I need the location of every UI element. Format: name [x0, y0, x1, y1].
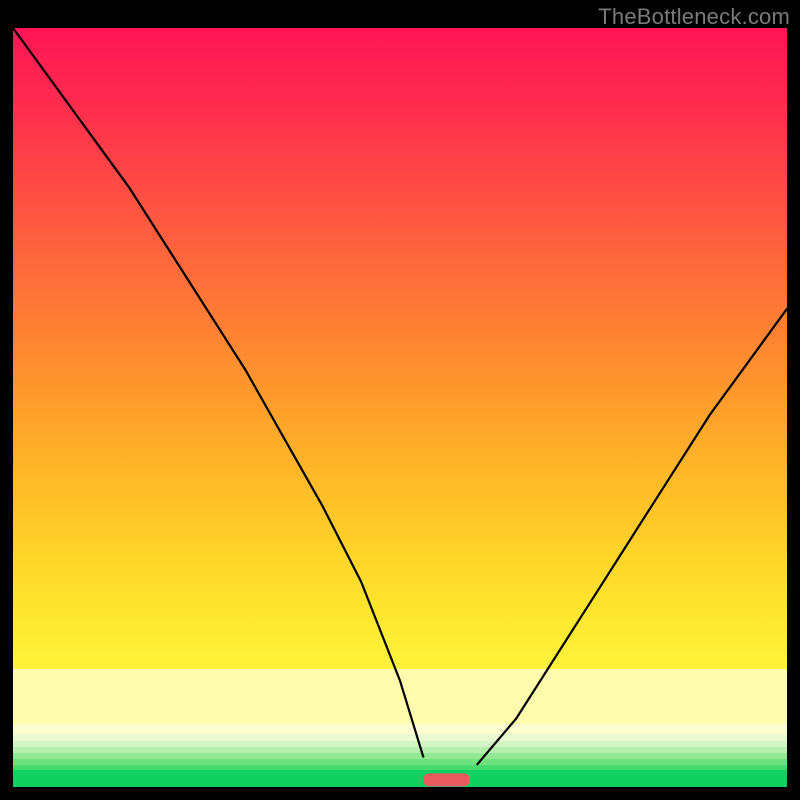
optimum-marker [423, 773, 469, 786]
bottleneck-curve-svg [13, 28, 787, 787]
curve-left-branch [13, 28, 423, 757]
curve-right-branch [477, 309, 787, 764]
plot-area [13, 28, 787, 787]
chart-frame: TheBottleneck.com [0, 0, 800, 800]
watermark-text: TheBottleneck.com [598, 4, 790, 30]
